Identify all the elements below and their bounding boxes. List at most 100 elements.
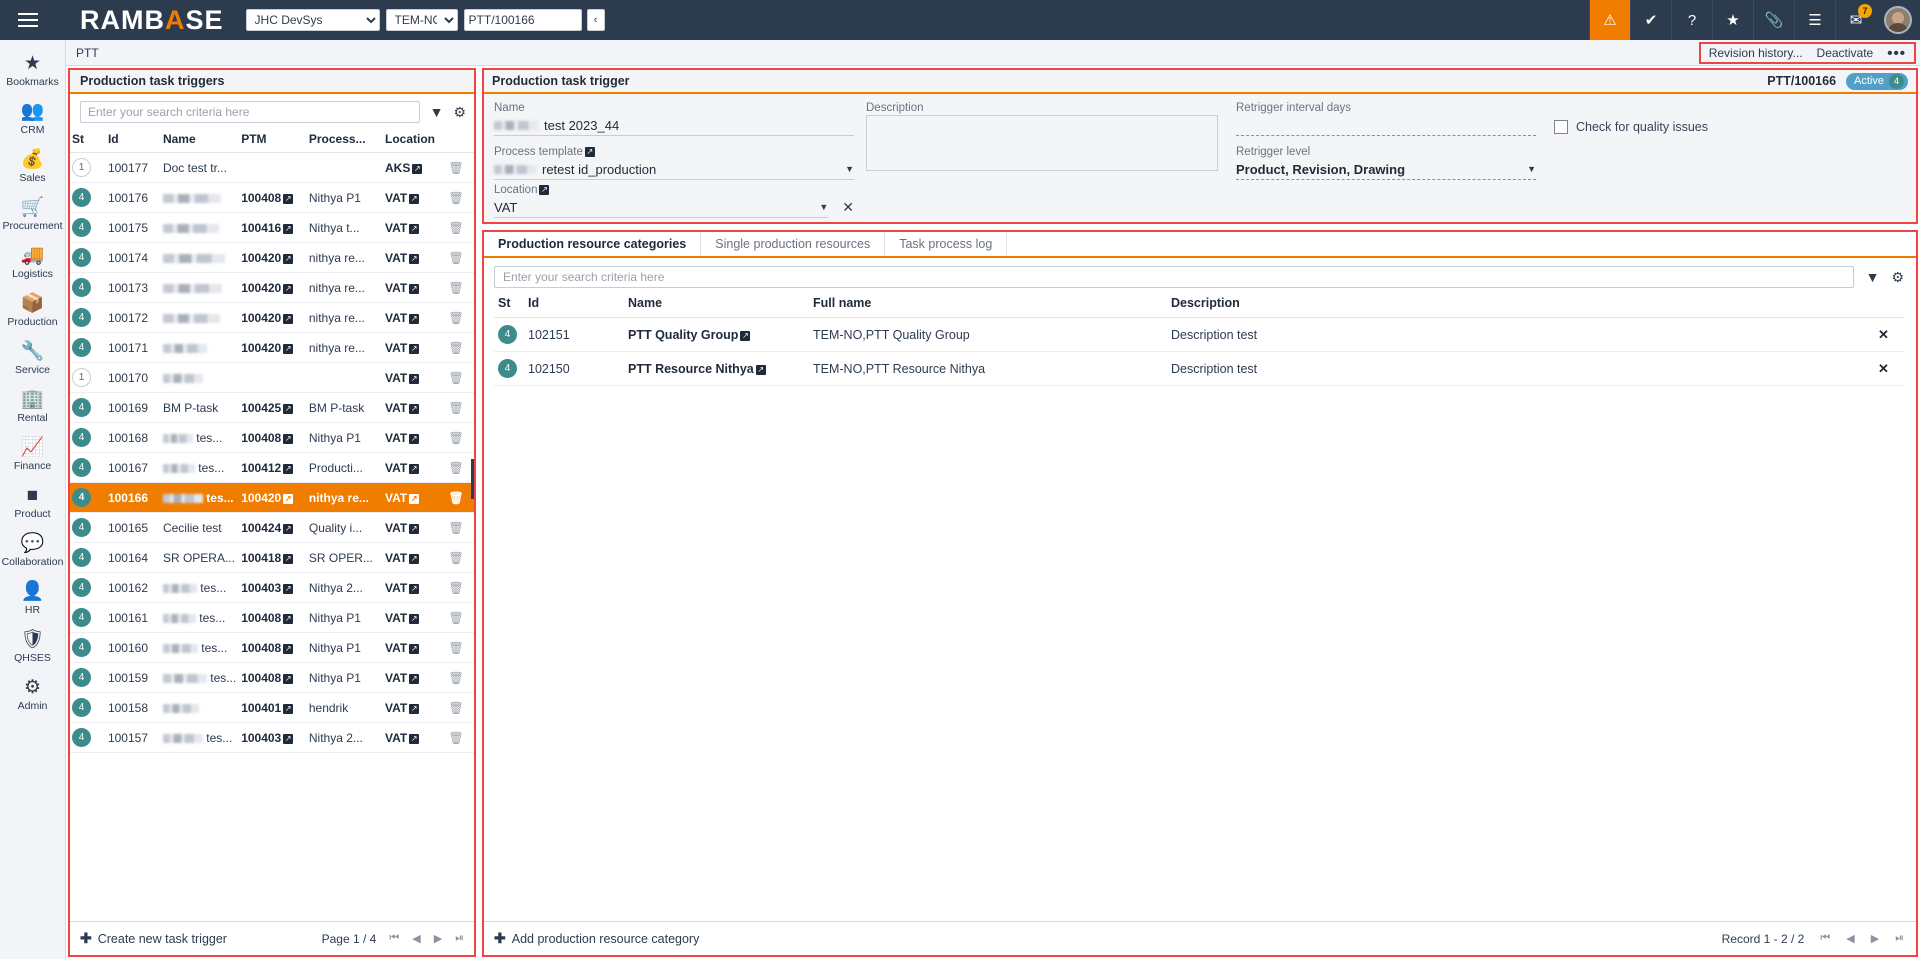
- id-cell[interactable]: 102151: [524, 318, 624, 352]
- trash-icon[interactable]: 🗑: [448, 731, 463, 745]
- location-cell[interactable]: AKS↗: [383, 153, 446, 183]
- location-link[interactable]: VAT: [385, 611, 407, 625]
- chevron-down-icon[interactable]: ▼: [819, 202, 828, 212]
- ptm-link[interactable]: 100418: [241, 551, 281, 565]
- location-cell[interactable]: VAT↗: [383, 723, 446, 753]
- ptm-link[interactable]: 100408: [241, 191, 281, 205]
- open-link-icon[interactable]: ↗: [283, 284, 293, 294]
- id-cell[interactable]: 100161: [106, 603, 161, 633]
- id-cell[interactable]: 100171: [106, 333, 161, 363]
- col-description[interactable]: Description: [1167, 294, 1874, 318]
- avatar[interactable]: [1884, 6, 1912, 34]
- ptm-cell[interactable]: 100408↗: [239, 603, 307, 633]
- ptm-cell[interactable]: 100403↗: [239, 573, 307, 603]
- table-row[interactable]: 1100170VAT↗🗑: [70, 363, 474, 393]
- clear-location-icon[interactable]: ✕: [842, 199, 854, 216]
- open-link-icon[interactable]: ↗: [409, 374, 419, 384]
- id-cell[interactable]: 100170: [106, 363, 161, 393]
- open-link-icon[interactable]: ↗: [283, 224, 293, 234]
- location-cell[interactable]: VAT↗: [383, 423, 446, 453]
- attachment-icon[interactable]: 📎: [1753, 0, 1794, 40]
- ptm-link[interactable]: 100420: [241, 251, 281, 265]
- open-link-icon[interactable]: ↗: [283, 404, 293, 414]
- table-row[interactable]: 4100164SR OPERA...100418↗SR OPER...VAT↗🗑: [70, 543, 474, 573]
- ptm-cell[interactable]: 100408↗: [239, 423, 307, 453]
- deactivate-button[interactable]: Deactivate: [1817, 46, 1874, 60]
- trash-icon[interactable]: 🗑: [448, 521, 463, 535]
- open-link-icon[interactable]: ↗: [409, 734, 419, 744]
- prev-page-icon[interactable]: ◀: [1846, 932, 1854, 945]
- table-row[interactable]: 4100168 tes...100408↗Nithya P1VAT↗🗑: [70, 423, 474, 453]
- open-link-icon[interactable]: ↗: [756, 365, 766, 375]
- id-cell[interactable]: 102150: [524, 352, 624, 386]
- id-cell[interactable]: 100164: [106, 543, 161, 573]
- ptm-cell[interactable]: 100420↗: [239, 483, 307, 513]
- location-link[interactable]: VAT: [385, 671, 407, 685]
- open-link-icon[interactable]: ↗: [412, 164, 422, 174]
- ptm-cell[interactable]: 100420↗: [239, 243, 307, 273]
- trash-icon[interactable]: 🗑: [448, 551, 463, 565]
- close-icon[interactable]: ✕: [1878, 327, 1889, 342]
- description-textarea[interactable]: [866, 115, 1218, 171]
- location-link[interactable]: VAT: [385, 281, 407, 295]
- name-cell[interactable]: PTT Resource Nithya↗: [624, 352, 809, 386]
- collapse-button[interactable]: ‹: [587, 9, 605, 31]
- resource-link[interactable]: PTT Resource Nithya: [628, 362, 754, 376]
- open-link-icon[interactable]: ↗: [283, 524, 293, 534]
- alarm-icon[interactable]: ⚠: [1589, 0, 1630, 40]
- ptm-link[interactable]: 100408: [241, 611, 281, 625]
- trash-icon[interactable]: 🗑: [448, 251, 463, 265]
- open-link-icon[interactable]: ↗: [539, 185, 549, 195]
- id-cell[interactable]: 100159: [106, 663, 161, 693]
- open-link-icon[interactable]: ↗: [409, 314, 419, 324]
- col-process[interactable]: Process...: [307, 129, 383, 153]
- col-location[interactable]: Location: [383, 129, 446, 153]
- last-page-icon[interactable]: ⏯: [1895, 932, 1904, 945]
- user-menu[interactable]: [1876, 0, 1920, 40]
- open-link-icon[interactable]: ↗: [283, 434, 293, 444]
- document-reference-input[interactable]: [464, 9, 582, 31]
- sidebar-item-logistics[interactable]: 🚚 Logistics: [0, 240, 66, 288]
- location-link[interactable]: VAT: [385, 551, 407, 565]
- revision-history-button[interactable]: Revision history...: [1709, 46, 1803, 60]
- trash-icon[interactable]: 🗑: [448, 491, 463, 505]
- col-st[interactable]: St: [70, 129, 106, 153]
- trash-icon[interactable]: 🗑: [448, 281, 463, 295]
- open-link-icon[interactable]: ↗: [409, 704, 419, 714]
- col-ptm[interactable]: PTM: [239, 129, 307, 153]
- table-row[interactable]: 4102150PTT Resource Nithya↗TEM-NO,PTT Re…: [494, 352, 1904, 386]
- id-cell[interactable]: 100172: [106, 303, 161, 333]
- open-link-icon[interactable]: ↗: [409, 494, 419, 504]
- process-template-field[interactable]: retest id_production ▼: [494, 159, 854, 180]
- open-link-icon[interactable]: ↗: [409, 434, 419, 444]
- add-production-resource-category-button[interactable]: ✚ Add production resource category: [494, 930, 699, 947]
- sidebar-item-sales[interactable]: 💰 Sales: [0, 144, 66, 192]
- table-row[interactable]: 4100166 tes...100420↗nithya re...VAT↗🗑: [70, 483, 474, 513]
- table-row[interactable]: 4100173100420↗nithya re...VAT↗🗑: [70, 273, 474, 303]
- name-cell[interactable]: PTT Quality Group↗: [624, 318, 809, 352]
- open-link-icon[interactable]: ↗: [283, 254, 293, 264]
- location-cell[interactable]: VAT↗: [383, 453, 446, 483]
- open-link-icon[interactable]: ↗: [409, 224, 419, 234]
- location-cell[interactable]: VAT↗: [383, 483, 446, 513]
- help-icon[interactable]: ?: [1671, 0, 1712, 40]
- open-link-icon[interactable]: ↗: [409, 464, 419, 474]
- ptm-link[interactable]: 100401: [241, 701, 281, 715]
- sidebar-item-procurement[interactable]: 🛒 Procurement: [0, 192, 66, 240]
- sidebar-item-crm[interactable]: 👥 CRM: [0, 96, 66, 144]
- location-link[interactable]: VAT: [385, 311, 407, 325]
- open-link-icon[interactable]: ↗: [409, 554, 419, 564]
- filter-icon[interactable]: ▼: [1866, 270, 1880, 284]
- location-cell[interactable]: VAT↗: [383, 543, 446, 573]
- open-link-icon[interactable]: ↗: [409, 614, 419, 624]
- open-link-icon[interactable]: ↗: [283, 464, 293, 474]
- ptm-link[interactable]: 100408: [241, 431, 281, 445]
- col-id[interactable]: Id: [524, 294, 624, 318]
- location-cell[interactable]: VAT↗: [383, 303, 446, 333]
- location-cell[interactable]: VAT↗: [383, 513, 446, 543]
- trash-icon[interactable]: 🗑: [448, 221, 463, 235]
- ptm-cell[interactable]: 100425↗: [239, 393, 307, 423]
- resource-link[interactable]: PTT Quality Group: [628, 328, 738, 342]
- trash-icon[interactable]: 🗑: [448, 671, 463, 685]
- col-name[interactable]: Name: [161, 129, 239, 153]
